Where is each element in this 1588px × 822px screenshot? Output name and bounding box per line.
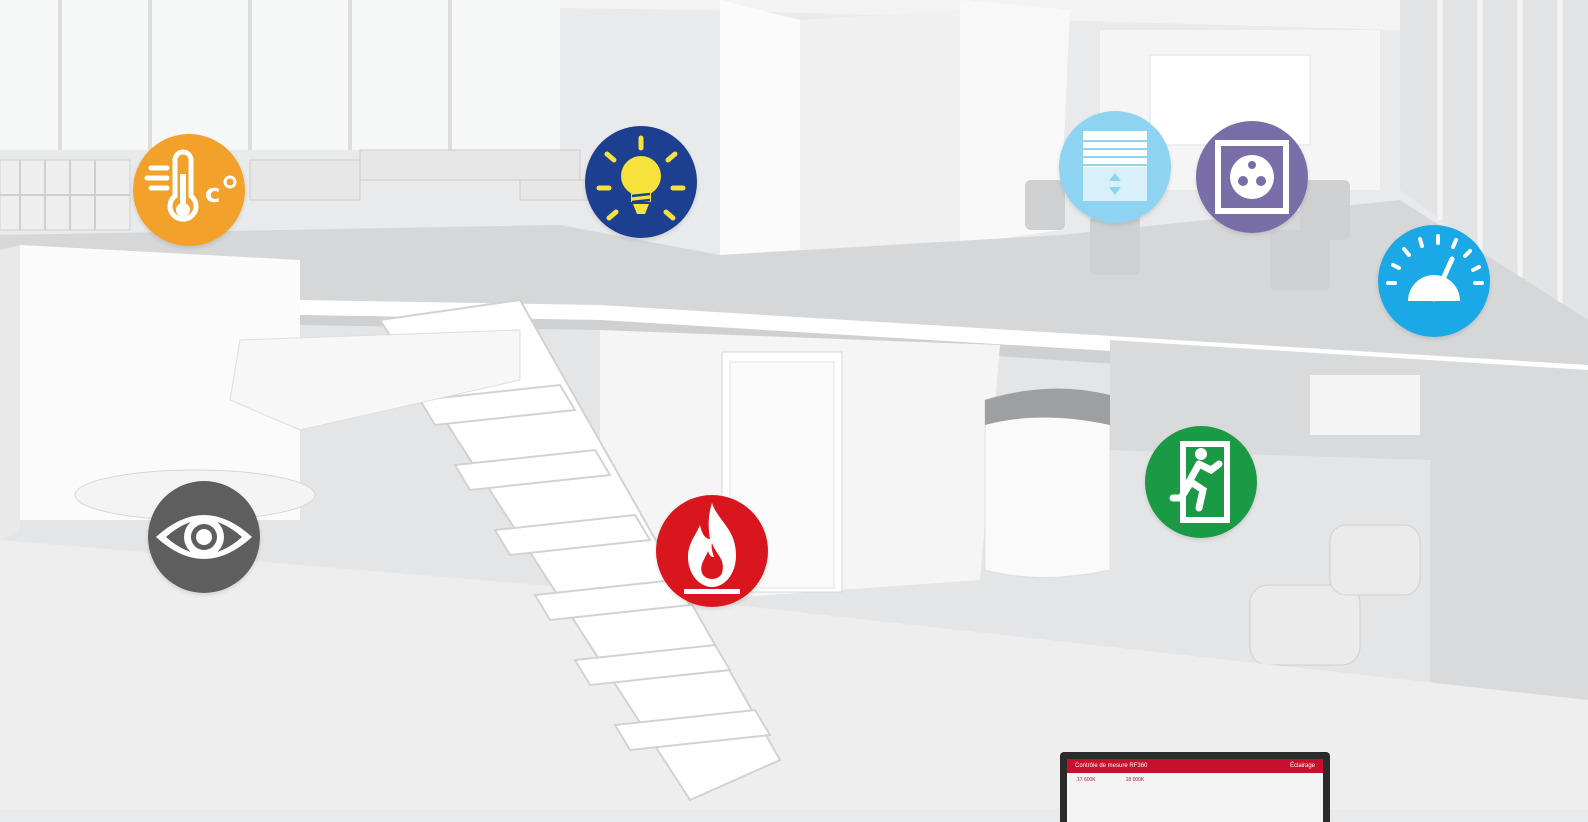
svg-text:c: c: [205, 179, 220, 209]
presence-eye-icon: [148, 481, 260, 593]
monitor-tab: Éclairage: [1289, 763, 1315, 769]
fire-alarm-icon: [656, 495, 768, 607]
blinds-icon: [1059, 111, 1171, 223]
monitor-value-b: 18 000K: [1125, 777, 1145, 783]
monitor-value-a: 17 600K: [1077, 777, 1096, 783]
socket-icon: [1196, 121, 1308, 233]
monitor-title: Contrôle de mesure RF360: [1075, 763, 1148, 769]
monitor-display: Contrôle de mesure RF360 Éclairage 17 60…: [1060, 752, 1330, 822]
monitor-values-row: 17 600K 18 000K: [1067, 773, 1323, 787]
temperature-icon: c: [133, 134, 245, 246]
monitor-title-bar: Contrôle de mesure RF360 Éclairage: [1067, 759, 1323, 773]
office-building-illustration: [0, 0, 1588, 809]
lighting-icon: [585, 126, 697, 238]
emergency-exit-icon: [1145, 426, 1257, 538]
energy-meter-icon: [1378, 225, 1490, 337]
monitor-screen: Contrôle de mesure RF360 Éclairage 17 60…: [1067, 759, 1323, 822]
